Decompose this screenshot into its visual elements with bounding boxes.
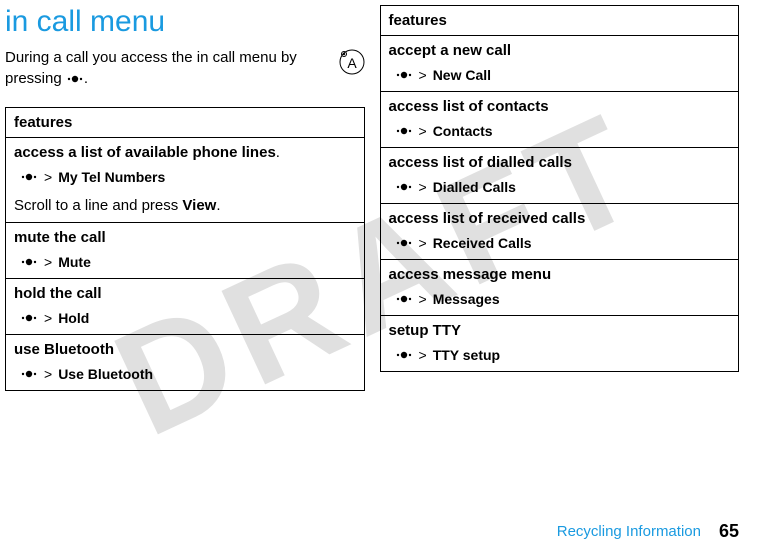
feature-title: access message menu	[381, 260, 739, 287]
center-key-icon	[20, 256, 38, 268]
center-key-icon	[66, 73, 84, 85]
feature-title: mute the call	[6, 223, 364, 250]
feature-action: > Received Calls	[381, 231, 739, 259]
feature-row: access message menu > Messages	[381, 260, 739, 316]
right-features-table: features accept a new call > New Call ac…	[380, 5, 740, 372]
feature-title: access list of received calls	[381, 204, 739, 231]
feature-action: > Contacts	[381, 119, 739, 147]
feature-action: > Dialled Calls	[381, 175, 739, 203]
feature-note: Scroll to a line and press View.	[6, 193, 364, 222]
feature-title: use Bluetooth	[6, 335, 364, 362]
feature-row: access a list of available phone lines. …	[6, 138, 364, 223]
feature-action: > Use Bluetooth	[6, 362, 364, 390]
center-key-icon	[395, 293, 413, 305]
feature-action: > Messages	[381, 287, 739, 315]
intro-text: During a call you access the in call men…	[5, 47, 331, 89]
feature-action: > Hold	[6, 306, 364, 334]
right-column: features accept a new call > New Call ac…	[380, 5, 740, 495]
note-suffix: .	[216, 197, 220, 214]
gt-symbol: >	[44, 366, 52, 382]
feature-action: > My Tel Numbers	[6, 165, 364, 193]
gt-symbol: >	[419, 123, 427, 139]
gt-symbol: >	[44, 254, 52, 270]
feature-command: New Call	[433, 67, 491, 83]
center-key-icon	[20, 368, 38, 380]
feature-title: access list of contacts	[381, 92, 739, 119]
feature-title: accept a new call	[381, 36, 739, 63]
feature-command: Contacts	[433, 123, 493, 139]
feature-command: Mute	[58, 254, 91, 270]
gt-symbol: >	[419, 347, 427, 363]
svg-text:A: A	[347, 55, 357, 71]
feature-title: access a list of available phone lines.	[6, 138, 364, 165]
feature-title: hold the call	[6, 279, 364, 306]
gt-symbol: >	[419, 179, 427, 195]
feature-title-suffix: .	[276, 144, 280, 161]
antenna-icon: A	[339, 49, 365, 75]
note-prefix: Scroll to a line and press	[14, 197, 182, 214]
footer-link[interactable]: Recycling Information	[557, 523, 701, 540]
left-table-header: features	[6, 108, 364, 138]
feature-row: use Bluetooth > Use Bluetooth	[6, 335, 364, 390]
intro-suffix: .	[84, 70, 88, 87]
feature-row: access list of contacts > Contacts	[381, 92, 739, 148]
left-features-table: features access a list of available phon…	[5, 107, 365, 391]
gt-symbol: >	[44, 310, 52, 326]
feature-command: Hold	[58, 310, 89, 326]
center-key-icon	[20, 312, 38, 324]
gt-symbol: >	[419, 235, 427, 251]
feature-row: accept a new call > New Call	[381, 36, 739, 92]
center-key-icon	[20, 171, 38, 183]
feature-command: Dialled Calls	[433, 179, 516, 195]
feature-action: > New Call	[381, 63, 739, 91]
right-table-header: features	[381, 6, 739, 36]
feature-row: access list of received calls > Received…	[381, 204, 739, 260]
feature-command: Messages	[433, 291, 500, 307]
feature-row: access list of dialled calls > Dialled C…	[381, 148, 739, 204]
feature-command: TTY setup	[433, 347, 500, 363]
feature-command: Received Calls	[433, 235, 532, 251]
center-key-icon	[395, 69, 413, 81]
page-number: 65	[719, 521, 739, 542]
feature-title: access list of dialled calls	[381, 148, 739, 175]
feature-action: > Mute	[6, 250, 364, 278]
center-key-icon	[395, 237, 413, 249]
center-key-icon	[395, 125, 413, 137]
center-key-icon	[395, 181, 413, 193]
center-key-icon	[395, 349, 413, 361]
left-column: in call menu During a call you access th…	[5, 5, 365, 495]
feature-row: hold the call > Hold	[6, 279, 364, 335]
feature-command: My Tel Numbers	[58, 169, 165, 185]
page-title: in call menu	[5, 5, 365, 39]
note-bold: View	[182, 197, 216, 214]
feature-title: setup TTY	[381, 316, 739, 343]
intro-row: During a call you access the in call men…	[5, 47, 365, 89]
gt-symbol: >	[44, 169, 52, 185]
feature-title-text: access a list of available phone lines	[14, 144, 276, 161]
feature-action: > TTY setup	[381, 343, 739, 371]
page-content: in call menu During a call you access th…	[0, 0, 759, 505]
gt-symbol: >	[419, 67, 427, 83]
feature-row: setup TTY > TTY setup	[381, 316, 739, 371]
gt-symbol: >	[419, 291, 427, 307]
feature-command: Use Bluetooth	[58, 366, 153, 382]
intro-text-span: During a call you access the in call men…	[5, 49, 297, 87]
footer: Recycling Information 65	[557, 521, 739, 542]
feature-row: mute the call > Mute	[6, 223, 364, 279]
